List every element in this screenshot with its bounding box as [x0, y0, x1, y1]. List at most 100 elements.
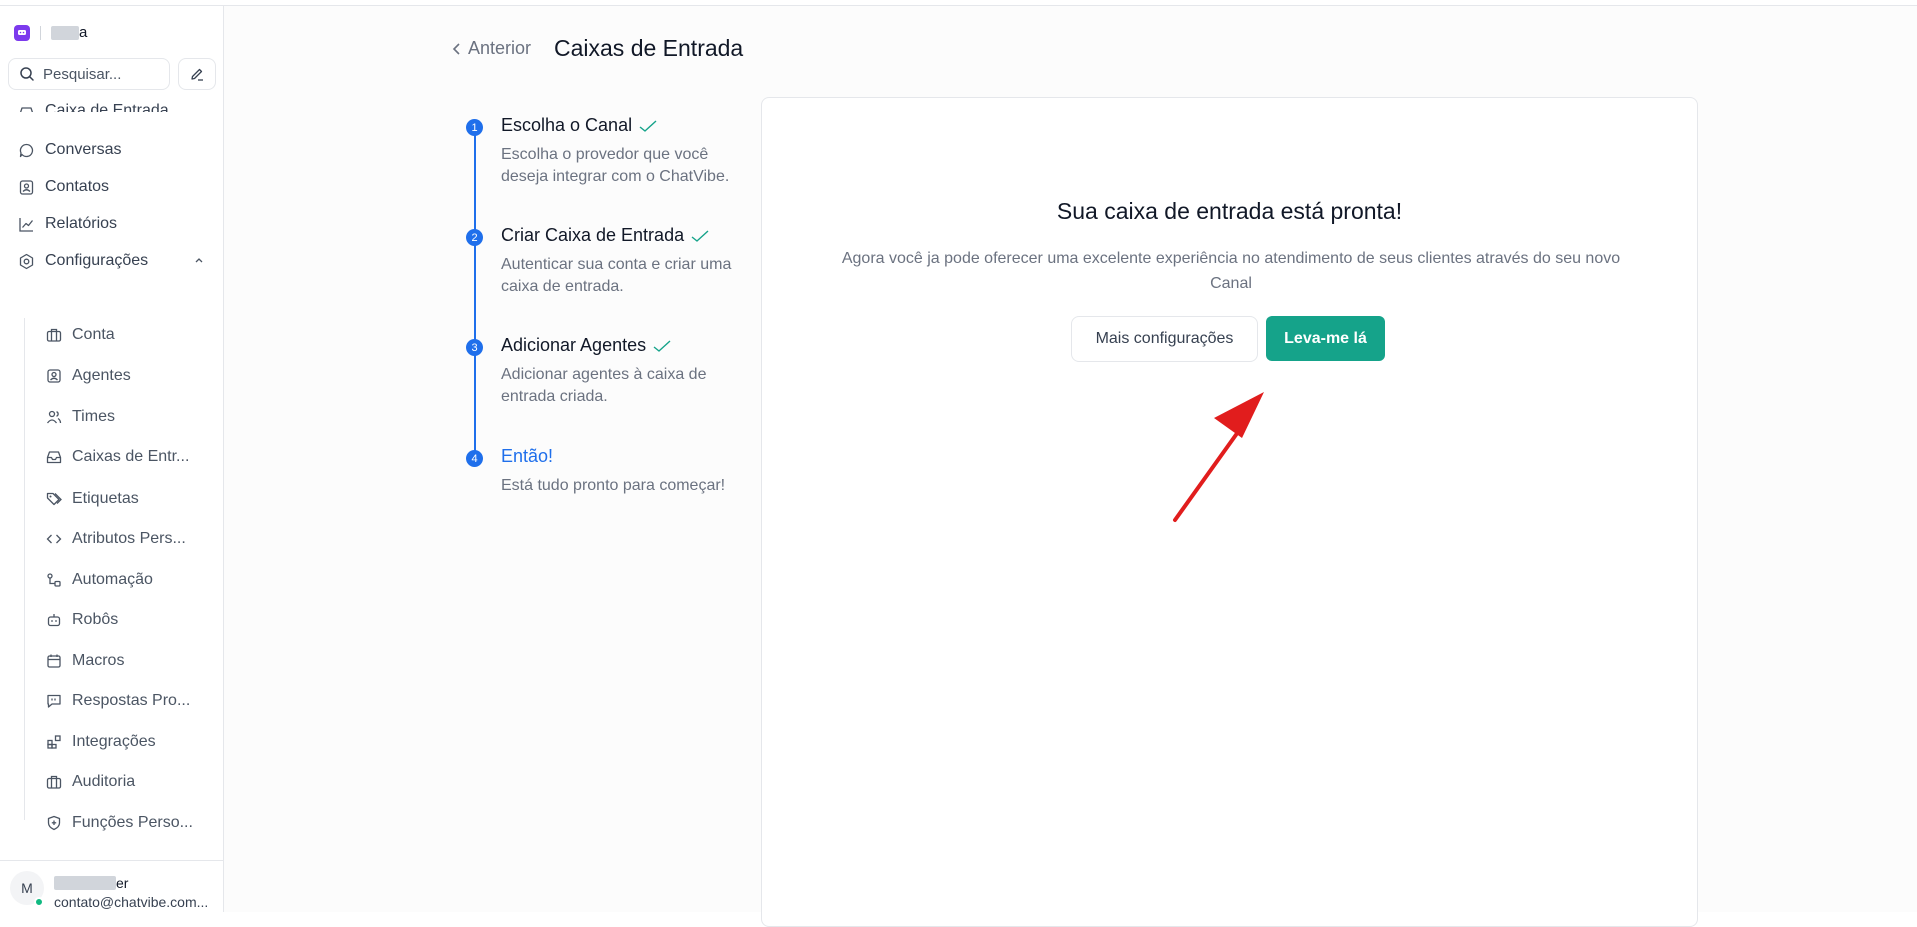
nav-item-conversations[interactable]: Conversas: [18, 138, 121, 162]
sidebar-item-label: Agentes: [72, 367, 131, 384]
back-button[interactable]: Anterior: [452, 38, 531, 59]
brand-logo-icon: [14, 24, 30, 41]
automation-icon: [47, 573, 61, 587]
more-settings-button[interactable]: Mais configurações: [1071, 316, 1258, 362]
nav-item-reports[interactable]: Relatórios: [18, 212, 117, 236]
sidebar-item-respostas[interactable]: Respostas Pro...: [46, 690, 190, 712]
sidebar-item-label: Times: [72, 408, 115, 425]
inbox-icon: [46, 451, 62, 464]
bot-icon: [47, 614, 61, 627]
step-number: 4: [466, 450, 483, 467]
ready-title: Sua caixa de entrada está pronta!: [1056, 198, 1403, 224]
user-square-icon: [47, 369, 61, 383]
ready-description: Agora você ja pode oferecer uma excelent…: [841, 250, 1621, 292]
sidebar-item-label: Robôs: [72, 611, 119, 628]
nav-item-contacts[interactable]: Contatos: [18, 175, 109, 199]
sidebar-item-label: Caixas de Entr...: [72, 448, 190, 465]
sidebar-item-robos[interactable]: Robôs: [46, 609, 118, 631]
sidebar-item-label: Macros: [72, 652, 125, 669]
sidebar-item-label: Integrações: [72, 733, 156, 750]
briefcase-icon: [46, 775, 62, 789]
user-email: contato@chatvibe.com...: [54, 894, 209, 910]
take-me-there-button[interactable]: Leva-me lá: [1266, 316, 1385, 361]
user-name: er: [54, 875, 128, 891]
check-icon: [653, 339, 671, 352]
step-description: Escolha o provedor que você deseja integ…: [501, 146, 730, 185]
step-title-text: Adicionar Agentes: [501, 335, 647, 355]
back-label: Anterior: [468, 38, 532, 58]
step-number: 3: [466, 339, 483, 356]
sidebar-item-caixas[interactable]: Caixas de Entr...: [46, 446, 189, 468]
redacted-block: [54, 876, 116, 890]
code-icon: [46, 534, 62, 544]
sidebar: a Caixa de Entrada Conversas Contatos Re…: [0, 6, 224, 912]
sidebar-item-label: Etiquetas: [72, 490, 139, 507]
inbox-icon: [19, 107, 34, 112]
sidebar-item-funcoes[interactable]: Funções Perso...: [46, 812, 193, 834]
step-number: 2: [466, 229, 483, 246]
redacted-block: [51, 25, 79, 40]
sidebar-item-label: Auditoria: [72, 773, 136, 790]
chevron-left-icon: [452, 42, 460, 55]
online-status-dot: [34, 897, 44, 907]
sidebar-item-label: Automação: [72, 571, 153, 588]
sidebar-item-times[interactable]: Times: [46, 406, 115, 428]
chat-bubble-icon: [19, 143, 34, 157]
blocks-icon: [47, 735, 61, 749]
nav-item-label: Contatos: [45, 178, 110, 195]
sidebar-item-label: Conta: [72, 326, 115, 343]
compose-button[interactable]: [178, 58, 216, 90]
search-input[interactable]: [43, 65, 163, 83]
users-icon: [46, 410, 62, 424]
account-name-text: a: [79, 24, 88, 41]
sidebar-item-atributos[interactable]: Atributos Pers...: [46, 528, 186, 550]
sidebar-item-auditoria[interactable]: Auditoria: [46, 771, 135, 793]
pencil-icon: [191, 68, 203, 81]
step-title-text: Então!: [501, 446, 554, 466]
brand[interactable]: a: [14, 24, 87, 41]
sidebar-item-macros[interactable]: Macros: [46, 650, 124, 672]
nav-item-label: Conversas: [45, 141, 122, 158]
step-title: Adicionar Agentes: [501, 335, 672, 356]
check-icon: [691, 229, 709, 242]
line-chart-icon: [19, 217, 34, 232]
brand-divider: [40, 25, 41, 40]
sidebar-item-automacao[interactable]: Automação: [46, 569, 153, 591]
user-profile[interactable]: M er contato@chatvibe.com...: [0, 860, 224, 912]
step-description: Adicionar agentes à caixa de entrada cri…: [501, 366, 707, 405]
check-icon: [639, 119, 657, 132]
calendar-icon: [47, 654, 61, 668]
nav-item-inbox-label: Caixa de Entrada: [45, 102, 169, 112]
contact-card-icon: [19, 179, 34, 195]
sidebar-item-label: Funções Perso...: [72, 814, 193, 831]
sidebar-item-etiquetas[interactable]: Etiquetas: [46, 488, 139, 510]
sidebar-item-conta[interactable]: Conta: [46, 324, 115, 346]
nav-item-settings[interactable]: Configurações: [18, 249, 208, 273]
sidebar-item-agentes[interactable]: Agentes: [46, 365, 131, 387]
step-description: Autenticar sua conta e criar uma caixa d…: [501, 256, 732, 295]
step-title-text: Criar Caixa de Entrada: [501, 225, 685, 245]
nav-item-label: Relatórios: [45, 215, 118, 232]
step-title: Escolha o Canal: [501, 115, 658, 136]
step-title: Criar Caixa de Entrada: [501, 225, 710, 246]
step-description: Está tudo pronto para começar!: [501, 477, 726, 494]
user-name-text: er: [116, 875, 129, 891]
settings-hexagon-icon: [19, 253, 34, 269]
sidebar-item-integracoes[interactable]: Integrações: [46, 731, 156, 753]
chevron-up-icon[interactable]: [193, 254, 205, 266]
account-name: a: [51, 24, 87, 41]
message-square-quote-icon: [47, 694, 61, 708]
stepper-line: [474, 126, 476, 462]
step-title: Então!: [501, 446, 553, 467]
nav-item-label: Configurações: [45, 252, 149, 269]
search-icon: [20, 67, 34, 81]
nav-item-inbox[interactable]: Caixa de Entrada: [18, 98, 169, 112]
page-title: Caixas de Entrada: [554, 35, 744, 61]
sidebar-item-label: Atributos Pers...: [72, 530, 186, 547]
settings-submenu-line: [24, 318, 25, 820]
step-title-text: Escolha o Canal: [501, 115, 633, 135]
sidebar-item-label: Respostas Pro...: [72, 692, 191, 709]
briefcase-icon: [46, 328, 62, 342]
search-box[interactable]: [8, 58, 170, 90]
annotation-arrow-icon: [1173, 392, 1264, 522]
